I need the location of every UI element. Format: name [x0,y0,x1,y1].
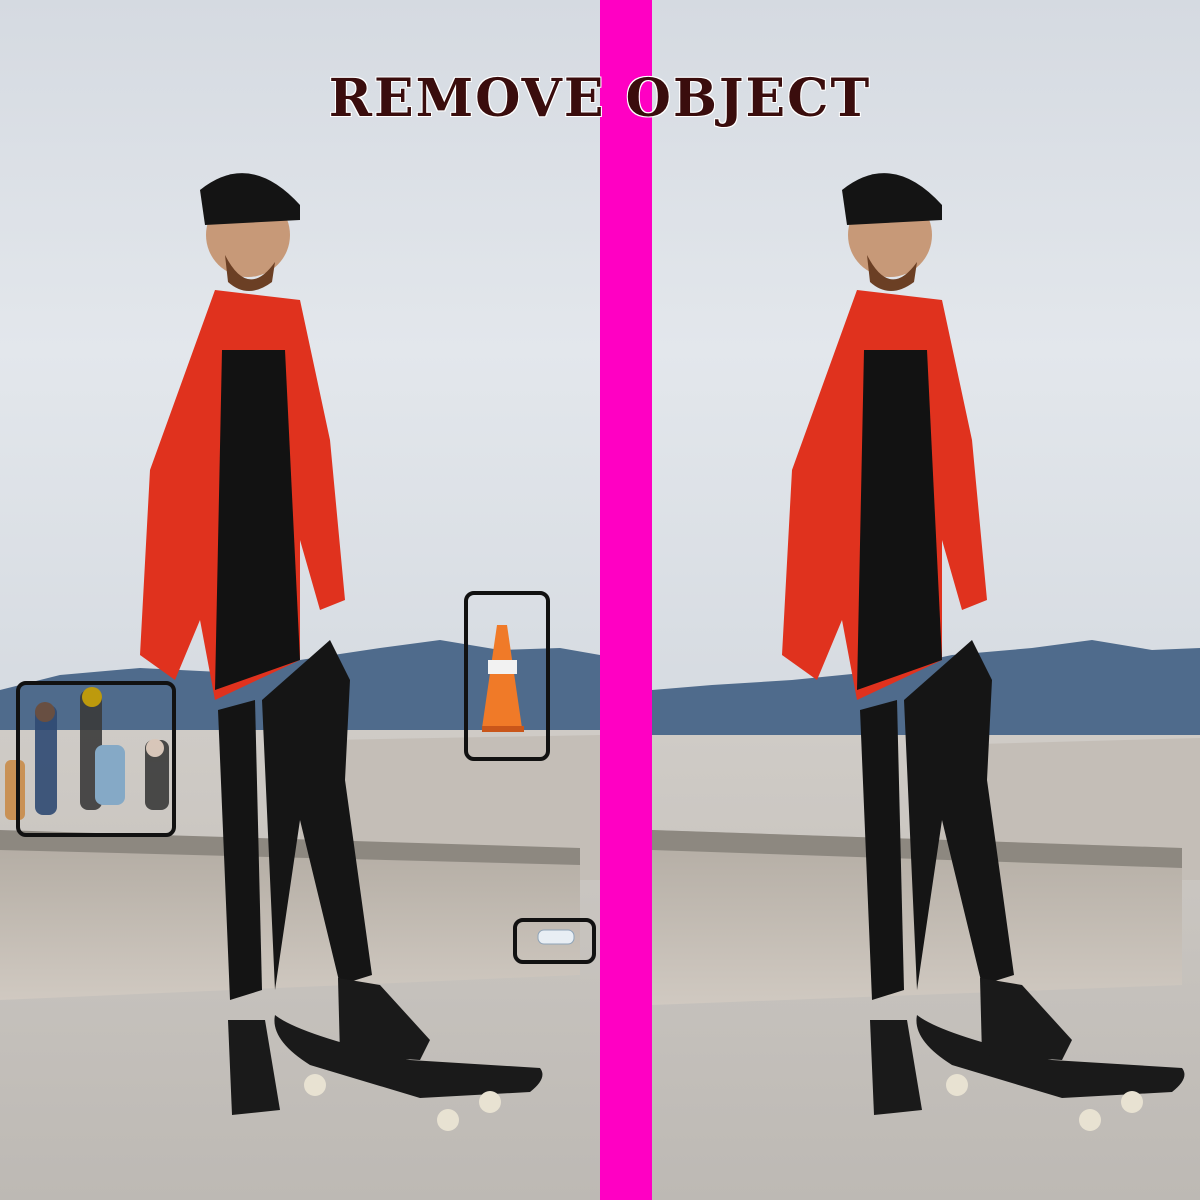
page-title: REMOVE OBJECT [328,68,872,129]
after-photo-panel [652,0,1200,1200]
bottle-marker [513,918,596,964]
people-group-marker [16,681,176,837]
divider-bar [600,0,652,1200]
after-photo-scene [652,0,1200,1200]
traffic-cone-marker [464,591,550,761]
